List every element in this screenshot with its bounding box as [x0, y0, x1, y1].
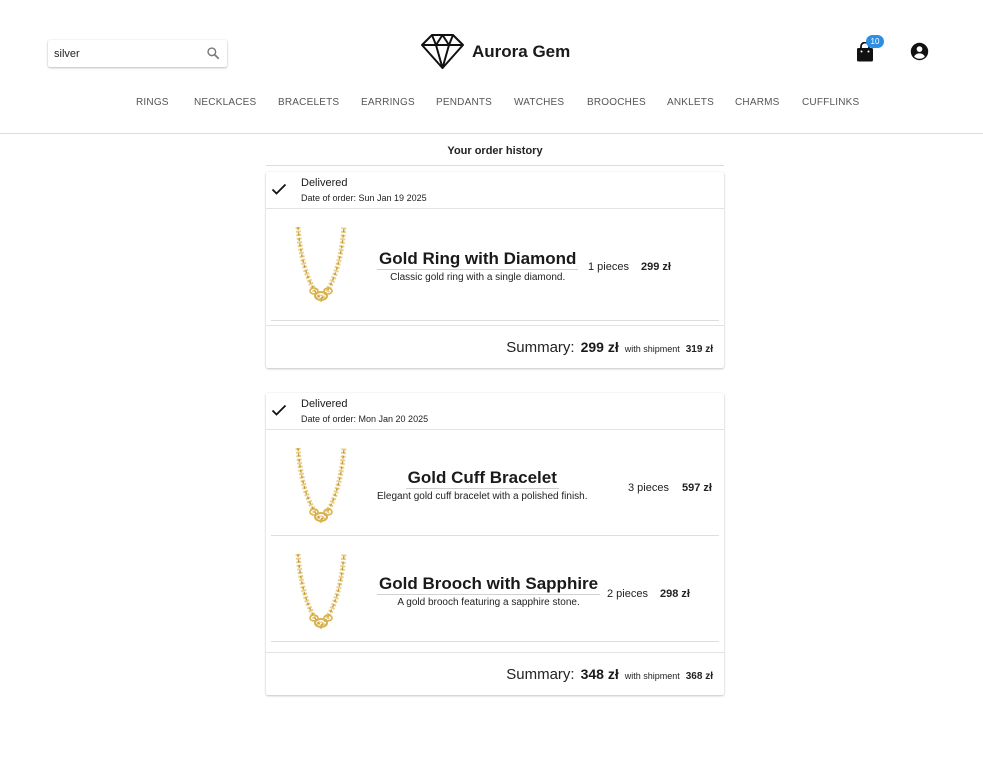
- nav-item-watches[interactable]: WATCHES: [514, 97, 564, 108]
- summary-label: Summary:: [506, 666, 575, 683]
- order-card: Delivered Date of order: Mon Jan 20 2025…: [266, 393, 724, 695]
- order-summary: Summary: 299 zł with shipment 319 zł: [266, 325, 724, 368]
- order-item[interactable]: Gold Ring with Diamond Classic gold ring…: [266, 209, 724, 321]
- item-price: 298 zł: [660, 588, 690, 600]
- diamond-logo-icon: [421, 34, 464, 69]
- product-image[interactable]: [292, 444, 350, 526]
- title-divider: [266, 165, 724, 166]
- search-icon[interactable]: [206, 46, 220, 60]
- check-icon: [271, 404, 287, 416]
- order-date: Date of order: Mon Jan 20 2025: [301, 414, 429, 424]
- order-item[interactable]: Gold Cuff Bracelet Elegant gold cuff bra…: [266, 430, 724, 536]
- order-status: Delivered: [301, 398, 348, 410]
- shipment-label: with shipment: [624, 344, 680, 354]
- nav-item-rings[interactable]: RINGS: [136, 97, 169, 108]
- item-quantity: 2 pieces: [607, 588, 648, 600]
- shipment-total: 368 zł: [685, 671, 713, 682]
- nav-item-brooches[interactable]: BROOCHES: [587, 97, 646, 108]
- order-header: Delivered Date of order: Mon Jan 20 2025: [266, 393, 724, 430]
- brand-name: Aurora Gem: [472, 41, 571, 61]
- item-description: A gold brooch featuring a sapphire stone…: [397, 597, 580, 608]
- nav-item-charms[interactable]: CHARMS: [735, 97, 780, 108]
- shipment-total: 319 zł: [685, 344, 713, 355]
- item-price: 299 zł: [641, 261, 671, 273]
- nav-item-anklets[interactable]: ANKLETS: [667, 97, 714, 108]
- category-nav: RINGS NECKLACES BRACELETS EARRINGS PENDA…: [0, 97, 983, 109]
- item-info: Gold Brooch with Sapphire A gold brooch …: [377, 574, 601, 608]
- order-status: Delivered: [301, 177, 348, 189]
- nav-item-pendants[interactable]: PENDANTS: [436, 97, 492, 108]
- search-input[interactable]: [48, 40, 198, 67]
- shipment-label: with shipment: [624, 671, 680, 681]
- order-card: Delivered Date of order: Sun Jan 19 2025…: [266, 172, 724, 368]
- nav-item-necklaces[interactable]: NECKLACES: [194, 97, 256, 108]
- item-info: Gold Ring with Diamond Classic gold ring…: [377, 249, 579, 283]
- item-name[interactable]: Gold Ring with Diamond: [377, 249, 579, 270]
- item-description: Elegant gold cuff bracelet with a polish…: [377, 491, 588, 502]
- cart-count-badge: 10: [866, 35, 884, 48]
- search-box[interactable]: [48, 40, 227, 67]
- check-icon: [271, 183, 287, 195]
- item-info: Gold Cuff Bracelet Elegant gold cuff bra…: [377, 468, 588, 502]
- item-name[interactable]: Gold Cuff Bracelet: [405, 468, 559, 489]
- nav-item-bracelets[interactable]: BRACELETS: [278, 97, 339, 108]
- product-image[interactable]: [292, 223, 350, 305]
- header-divider: [0, 133, 983, 134]
- item-price: 597 zł: [682, 482, 712, 494]
- account-circle-icon[interactable]: [910, 42, 929, 61]
- item-description: Classic gold ring with a single diamond.: [390, 272, 566, 283]
- nav-item-earrings[interactable]: EARRINGS: [361, 97, 415, 108]
- product-image[interactable]: [292, 550, 350, 632]
- item-quantity: 3 pieces: [628, 482, 669, 494]
- summary-amount: 348 zł: [580, 666, 619, 682]
- page-title: Your order history: [447, 145, 543, 157]
- brand[interactable]: Aurora Gem: [420, 33, 570, 70]
- item-quantity: 1 pieces: [588, 261, 629, 273]
- order-date: Date of order: Sun Jan 19 2025: [301, 193, 427, 203]
- order-item[interactable]: Gold Brooch with Sapphire A gold brooch …: [266, 536, 724, 642]
- item-name[interactable]: Gold Brooch with Sapphire: [377, 574, 601, 595]
- summary-amount: 299 zł: [580, 339, 619, 355]
- order-summary: Summary: 348 zł with shipment 368 zł: [266, 652, 724, 695]
- order-header: Delivered Date of order: Sun Jan 19 2025: [266, 172, 724, 209]
- summary-label: Summary:: [506, 339, 575, 356]
- nav-item-cufflinks[interactable]: CUFFLINKS: [802, 97, 859, 108]
